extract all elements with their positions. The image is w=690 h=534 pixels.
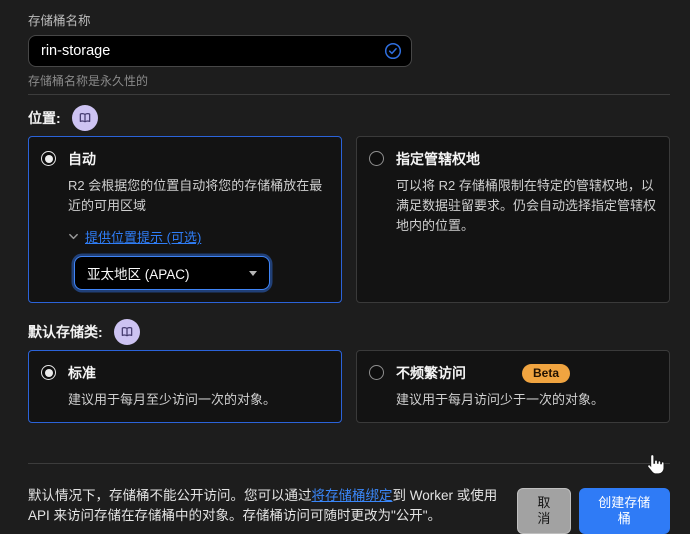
caret-down-icon xyxy=(249,271,257,276)
bucket-name-input[interactable] xyxy=(31,36,384,66)
option-title: 不频繁访问 xyxy=(396,363,466,383)
location-section-header: 位置: xyxy=(28,105,670,131)
storage-class-option-standard[interactable]: 标准 建议用于每月至少访问一次的对象。 xyxy=(28,350,342,423)
location-hint-select[interactable]: 亚太地区 (APAC) xyxy=(74,256,270,290)
open-book-icon[interactable] xyxy=(72,105,98,131)
footer-divider xyxy=(28,463,670,464)
radio-standard[interactable] xyxy=(41,365,56,380)
create-bucket-form: 存储桶名称 存储桶名称是永久性的 位置: 自动 xyxy=(0,0,690,489)
storage-class-option-infrequent[interactable]: 不频繁访问 Beta 建议用于每月访问少于一次的对象。 xyxy=(356,350,670,423)
bucket-name-label: 存储桶名称 xyxy=(28,10,670,29)
storage-class-label: 默认存储类: xyxy=(28,322,103,342)
open-book-icon[interactable] xyxy=(114,319,140,345)
option-description: R2 会根据您的位置自动将您的存储桶放在最近的可用区域 xyxy=(68,176,329,216)
option-description: 建议用于每月访问少于一次的对象。 xyxy=(396,390,657,410)
option-description: 建议用于每月至少访问一次的对象。 xyxy=(68,390,329,410)
option-title: 标准 xyxy=(68,363,96,383)
location-option-jurisdiction[interactable]: 指定管辖权地 可以将 R2 存储桶限制在特定的管辖权地，以满足数据驻留要求。仍会… xyxy=(356,136,670,303)
option-title: 自动 xyxy=(68,149,96,169)
selected-region: 亚太地区 (APAC) xyxy=(87,263,190,283)
beta-badge: Beta xyxy=(522,364,570,383)
chevron-down-icon xyxy=(68,231,79,242)
check-circle-icon xyxy=(384,42,402,60)
radio-infrequent[interactable] xyxy=(369,365,384,380)
footer-note-pre: 默认情况下，存储桶不能公开访问。您可以通过 xyxy=(28,488,312,503)
bucket-name-input-wrap xyxy=(28,35,412,67)
section-divider xyxy=(28,94,670,95)
bucket-name-helper: 存储桶名称是永久性的 xyxy=(28,72,670,86)
cancel-button[interactable]: 取消 xyxy=(517,488,570,533)
radio-jurisdiction[interactable] xyxy=(369,151,384,166)
create-bucket-button[interactable]: 创建存储桶 xyxy=(579,488,670,533)
radio-automatic[interactable] xyxy=(41,151,56,166)
location-label: 位置: xyxy=(28,108,61,128)
location-hint-toggle[interactable]: 提供位置提示 (可选) xyxy=(68,227,329,246)
bind-bucket-link[interactable]: 将存储桶绑定 xyxy=(312,488,393,503)
option-description: 可以将 R2 存储桶限制在特定的管辖权地，以满足数据驻留要求。仍会自动选择指定管… xyxy=(396,176,657,236)
storage-class-section-header: 默认存储类: xyxy=(28,319,670,345)
option-title: 指定管辖权地 xyxy=(396,149,480,169)
hint-toggle-label[interactable]: 提供位置提示 (可选) xyxy=(85,227,201,246)
footer-note: 默认情况下，存储桶不能公开访问。您可以通过将存储桶绑定到 Worker 或使用 … xyxy=(28,486,517,533)
location-option-automatic[interactable]: 自动 R2 会根据您的位置自动将您的存储桶放在最近的可用区域 提供位置提示 (可… xyxy=(28,136,342,303)
